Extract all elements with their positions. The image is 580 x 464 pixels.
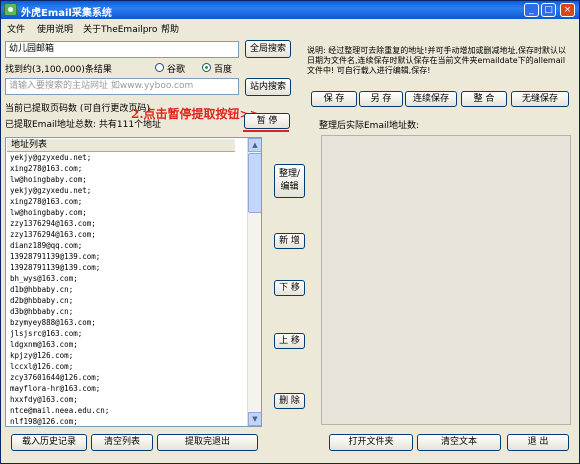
save-as-button[interactable]: 另 存 xyxy=(359,91,403,107)
list-item[interactable]: lw@hoingbaby.com; xyxy=(10,207,236,218)
list-item[interactable]: kpjzy@126.com; xyxy=(10,350,236,361)
list-item[interactable]: d3b@hbbaby.cn; xyxy=(10,306,236,317)
address-list: yekjy@gzyxedu.net; xing278@163.com; lw@hoi… xyxy=(10,152,236,426)
site-url-input[interactable]: 请输入要搜索的主站网址 如www.yyboo.com xyxy=(5,78,239,95)
extract-exit-button[interactable]: 提取完退出 xyxy=(157,434,258,451)
move-down-button[interactable]: 下 移 xyxy=(274,280,305,296)
list-item[interactable]: xing278@163.com; xyxy=(10,196,236,207)
result-count-label: 整理后实际Email地址数: xyxy=(319,121,420,131)
list-item[interactable]: hxxfdy@163.com; xyxy=(10,394,236,405)
organize-edit-button[interactable]: 整理/编辑 xyxy=(274,164,305,198)
list-item[interactable]: jlsjsrc@163.com; xyxy=(10,328,236,339)
list-item[interactable]: bzymyey888@163.com; xyxy=(10,317,236,328)
address-listbox[interactable]: 地址列表 yekjy@gzyxedu.net; xing278@163.com; l… xyxy=(5,137,262,427)
list-item[interactable]: 13928791139@139.com; xyxy=(10,262,236,273)
list-item[interactable]: lccxl@126.com; xyxy=(10,361,236,372)
description-text: 说明: 经过整理可去除重复的地址!并可手动增加或删减地址,保存时默认以日期为文件… xyxy=(307,46,566,75)
add-button[interactable]: 新 增 xyxy=(274,233,305,249)
current-page-label: 当前已提取页码数 (可自行更改页码) xyxy=(5,104,150,114)
global-search-button[interactable]: 全局搜索 xyxy=(245,40,291,58)
close-button[interactable]: × xyxy=(560,3,575,17)
pause-annotation: 2.点击暂停提取按钮>> xyxy=(131,107,260,121)
app-icon xyxy=(4,3,17,16)
list-item[interactable]: yekjy@gzyxedu.net; xyxy=(10,152,236,163)
list-item[interactable]: d1b@hbbaby.cn; xyxy=(10,284,236,295)
scroll-thumb[interactable] xyxy=(248,153,261,213)
baidu-radio[interactable] xyxy=(202,63,211,72)
load-history-button[interactable]: 载入历史记录 xyxy=(11,434,87,451)
list-item[interactable]: zzy1376294@163.com; xyxy=(10,218,236,229)
site-search-button[interactable]: 站内搜索 xyxy=(245,78,291,96)
list-item[interactable]: dianz189@qq.com; xyxy=(10,240,236,251)
save-button[interactable]: 保 存 xyxy=(311,91,357,107)
seamless-save-button[interactable]: 无缝保存 xyxy=(511,91,569,107)
list-scrollbar[interactable]: ▲ ▼ xyxy=(247,138,261,426)
list-item[interactable]: mayflora-hr@163.com; xyxy=(10,383,236,394)
continuous-save-button[interactable]: 连续保存 xyxy=(405,91,457,107)
clear-text-button[interactable]: 清空文本 xyxy=(417,434,501,451)
list-item[interactable]: ntce@mail.neea.edu.cn; xyxy=(10,405,236,416)
menu-manual[interactable]: 使用说明 xyxy=(37,22,73,35)
menu-file[interactable]: 文件 xyxy=(7,22,25,35)
list-item[interactable]: xing278@163.com; xyxy=(10,163,236,174)
list-header: 地址列表 xyxy=(7,139,235,152)
scroll-up-icon[interactable]: ▲ xyxy=(248,138,261,152)
pause-button[interactable]: 暂 停 xyxy=(244,113,290,129)
list-item[interactable]: zcy37601644@126.com; xyxy=(10,372,236,383)
clear-list-button[interactable]: 清空列表 xyxy=(91,434,153,451)
list-item[interactable]: lw@hoingbaby.com; xyxy=(10,174,236,185)
result-textarea[interactable] xyxy=(321,135,571,425)
main-window: 外虎Email采集系统 _ □ × 文件 使用说明 关于TheEmailpro … xyxy=(0,0,580,464)
move-up-button[interactable]: 上 移 xyxy=(274,333,305,349)
menu-bar: 文件 使用说明 关于TheEmailpro 帮助 xyxy=(1,19,579,36)
window-title: 外虎Email采集系统 xyxy=(21,8,112,19)
menu-help[interactable]: 帮助 xyxy=(161,22,179,35)
scroll-down-icon[interactable]: ▼ xyxy=(248,412,261,426)
keyword-input[interactable]: 幼儿园邮箱 xyxy=(5,41,239,58)
google-label: 谷歌 xyxy=(167,65,186,75)
merge-button[interactable]: 整 合 xyxy=(461,91,507,107)
list-item[interactable]: ldgxnm@163.com; xyxy=(10,339,236,350)
delete-button[interactable]: 删 除 xyxy=(274,393,305,409)
results-hint: 找到约(3,100,000)条结果 xyxy=(5,65,112,75)
open-folder-button[interactable]: 打开文件夹 xyxy=(329,434,413,451)
title-bar: 外虎Email采集系统 _ □ × xyxy=(1,1,579,19)
list-item[interactable]: 13928791139@139.com; xyxy=(10,251,236,262)
menu-about[interactable]: 关于TheEmailpro xyxy=(83,22,157,35)
list-item[interactable]: nlf198@126.com; xyxy=(10,416,236,426)
list-item[interactable]: d2b@hbbaby.cn; xyxy=(10,295,236,306)
minimize-button[interactable]: _ xyxy=(524,3,539,17)
baidu-label: 百度 xyxy=(214,65,233,75)
annotation-underline xyxy=(243,130,289,132)
google-radio[interactable] xyxy=(155,63,164,72)
list-item[interactable]: yekjy@gzyxedu.net; xyxy=(10,185,236,196)
exit-button[interactable]: 退 出 xyxy=(507,434,569,451)
list-item[interactable]: bh_wys@163.com; xyxy=(10,273,236,284)
maximize-button[interactable]: □ xyxy=(541,3,556,17)
list-item[interactable]: zzy1376294@163.com; xyxy=(10,229,236,240)
